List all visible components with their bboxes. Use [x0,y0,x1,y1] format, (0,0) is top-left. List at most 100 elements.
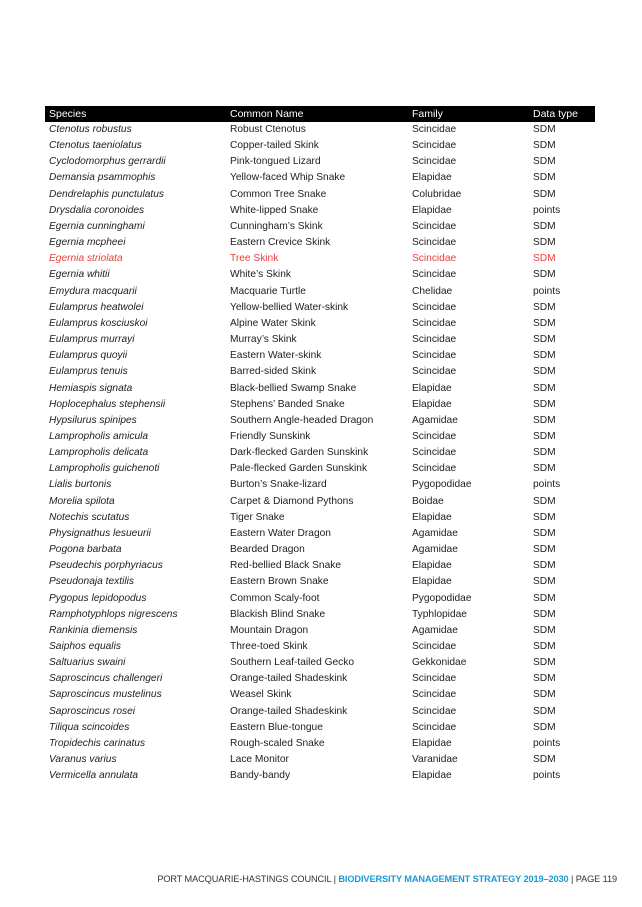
cell-common-name: Yellow-faced Whip Snake [230,172,346,184]
cell-common-name: Common Scaly-foot [230,592,320,604]
cell-common-name: Robust Ctenotus [230,124,306,135]
table-row: Egernia mcpheei Eastern Crevice Skink Scin… [45,235,595,251]
table-header: Species Common Name Family Data type [45,106,595,122]
cell-data-type: SDM [533,641,556,652]
header-common-name: Common Name [230,108,304,120]
cell-data-type: points [533,285,561,297]
cell-common-name: Mountain Dragon [230,624,309,636]
cell-family: Elapidae [412,576,452,588]
cell-species: Hypsilurus spinipes [49,414,137,426]
cell-family: Elapidae [412,382,452,394]
cell-species: Vermicella annulata [49,770,139,782]
cell-family: Varanidae [412,754,458,766]
cell-data-type: SDM [533,269,556,281]
table-row: Hoplocephalus stephensii Stephens’ Banded… [45,397,595,413]
cell-family: Chelidae [412,285,453,297]
cell-common-name: Blackish Blind Snake [230,608,326,620]
cell-common-name: Eastern Crevice Skink [230,237,331,249]
cell-data-type: SDM [533,463,556,475]
table-row: Tropidechis carinatus Rough-scaled Snake E… [45,736,595,752]
cell-family: Scincidae [412,220,457,232]
cell-common-name: Southern Leaf-tailed Gecko [230,657,355,669]
cell-species: Demansia psammophis [49,172,156,184]
cell-family: Scincidae [412,689,457,701]
cell-common-name: Black-bellied Swamp Snake [230,382,357,394]
table-row: Saltuarius swaini Southern Leaf-tailed Ge… [45,655,595,671]
cell-species: Saproscincus mustelinus [49,689,162,701]
table-row: Eulamprus heatwolei Yellow-bellied Water-… [45,300,595,316]
header-family: Family [412,108,443,120]
table-row: Saproscincus rosei Orange-tailed Shadeski… [45,704,595,720]
cell-data-type: points [533,479,561,491]
table-row: Egernia cunninghami Cunningham’s Skink Sci… [45,219,595,235]
cell-common-name: Rough-scaled Snake [230,737,325,749]
cell-species: Egernia striolata [49,253,123,265]
cell-common-name: Tree Skink [230,253,279,265]
table-row: Lampropholis amicula Friendly Sunskink Sci… [45,429,595,445]
cell-data-type: SDM [533,220,556,232]
cell-family: Elapidae [412,511,452,523]
cell-species: Varanus varius [49,754,117,766]
cell-common-name: Bandy-bandy [230,770,291,782]
cell-common-name: Red-bellied Black Snake [230,560,341,572]
table-row: Eulamprus quoyii Eastern Water-skink Scinc… [45,348,595,364]
cell-data-type: SDM [533,124,556,135]
cell-data-type: SDM [533,172,556,184]
table-row: Pygopus lepidopodus Common Scaly-foot Pygo… [45,591,595,607]
cell-species: Drysdalia coronoides [49,204,145,216]
cell-family: Agamidae [412,624,458,636]
table-row: Ramphotyphlops nigrescens Blackish Blind … [45,607,595,623]
table-row: Ctenotus robustus Robust Ctenotus Scincida… [45,122,595,138]
cell-common-name: Alpine Water Skink [230,317,316,329]
cell-family: Scincidae [412,124,457,135]
table-row: Dendrelaphis punctulatus Common Tree Snak… [45,187,595,203]
cell-common-name: Eastern Brown Snake [230,576,329,588]
cell-common-name: White-lipped Snake [230,204,319,216]
header-data-type: Data type [533,108,578,120]
cell-species: Notechis scutatus [49,511,130,523]
cell-species: Pogona barbata [49,544,122,556]
table-row: Vermicella annulata Bandy-bandy Elapidae po… [45,768,595,784]
cell-data-type: SDM [533,527,556,539]
table-row-highlighted: Egernia striolata Tree Skink Scincidae SDM [45,251,595,267]
cell-data-type: SDM [533,673,556,685]
cell-data-type: SDM [533,237,556,249]
cell-data-type: SDM [533,608,556,620]
cell-family: Scincidae [412,269,457,281]
cell-data-type: SDM [533,317,556,329]
table-row: Saproscincus challengeri Orange-tailed Sh… [45,671,595,687]
cell-data-type: SDM [533,624,556,636]
cell-common-name: Stephens’ Banded Snake [230,398,345,410]
cell-species: Tropidechis carinatus [49,737,146,749]
cell-data-type: SDM [533,754,556,766]
cell-species: Eulamprus kosciuskoi [49,317,148,329]
cell-family: Scincidae [412,140,457,152]
table-row: Pseudonaja textilis Eastern Brown Snake El… [45,574,595,590]
cell-family: Scincidae [412,430,457,442]
cell-data-type: SDM [533,253,556,265]
cell-data-type: SDM [533,705,556,717]
cell-common-name: Common Tree Snake [230,188,327,200]
cell-common-name: Pale-flecked Garden Sunskink [230,463,368,475]
cell-family: Scincidae [412,463,457,475]
cell-family: Scincidae [412,366,457,378]
table-row: Ctenotus taeniolatus Copper-tailed Skink S… [45,138,595,154]
cell-family: Elapidae [412,398,452,410]
cell-family: Elapidae [412,560,452,572]
cell-common-name: Weasel Skink [230,689,292,701]
cell-data-type: SDM [533,576,556,588]
cell-common-name: Pink-tongued Lizard [230,156,321,168]
header-species: Species [49,108,87,120]
cell-data-type: SDM [533,366,556,378]
cell-family: Scincidae [412,156,457,168]
cell-data-type: SDM [533,721,556,733]
cell-family: Typhlopidae [412,608,467,620]
table-row: Morelia spilota Carpet & Diamond Pythons B… [45,494,595,510]
cell-common-name: Friendly Sunskink [230,430,311,442]
cell-common-name: Eastern Water-skink [230,350,322,362]
cell-data-type: points [533,770,561,782]
cell-species: Tiliqua scincoides [49,721,130,733]
cell-species: Saiphos equalis [49,641,121,652]
cell-common-name: Tiger Snake [230,511,285,523]
cell-species: Hemiaspis signata [49,382,133,394]
